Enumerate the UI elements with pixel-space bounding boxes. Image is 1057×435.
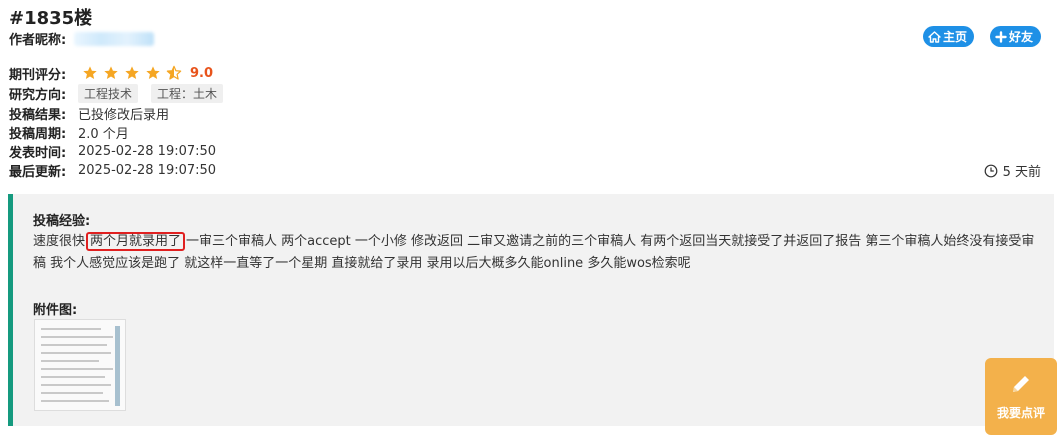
author-name-blurred [74, 31, 155, 46]
cycle-label: 投稿周期: [9, 126, 67, 142]
friend-label: 好友 [1009, 30, 1034, 44]
time-ago: 5 天前 [984, 161, 1041, 180]
published-label: 发表时间: [9, 145, 67, 161]
clock-icon [984, 164, 997, 177]
star-icon [125, 66, 139, 79]
experience-text-before: 速度很快 [33, 234, 86, 249]
updated-label: 最后更新: [9, 164, 67, 180]
floor-number: #1835楼 [9, 8, 93, 29]
home-icon [928, 30, 941, 43]
result-row: 投稿结果: 已投修改后录用 [9, 104, 170, 123]
write-review-label: 我要点评 [996, 406, 1045, 420]
direction-row: 研究方向: 工程技术 工程：土木 [9, 83, 236, 103]
experience-panel: 投稿经验: 速度很快 两个月就录用了 一审三个审稿人 两个accept 一个小修 修… [8, 194, 1054, 426]
rating-row: 期刊评分: 9.0 [9, 64, 214, 83]
direction-tag[interactable]: 工程：土木 [151, 83, 224, 103]
updated-value: 2025-02-28 19:07:50 [78, 162, 217, 178]
author-row: 作者昵称: [9, 29, 155, 48]
rating-value: 9.0 [190, 65, 214, 81]
star-icon [146, 66, 160, 79]
attachment-thumbnail[interactable] [34, 319, 126, 411]
time-ago-text: 5 天前 [1002, 165, 1041, 180]
direction-label: 研究方向: [9, 87, 67, 103]
experience-highlight: 两个月就录用了 [86, 232, 186, 251]
rating-stars [82, 65, 187, 81]
pencil-icon [1013, 376, 1029, 392]
rating-label: 期刊评分: [9, 67, 67, 83]
star-icon [104, 66, 118, 79]
direction-tag[interactable]: 工程技术 [78, 83, 139, 103]
cycle-row: 投稿周期: 2.0 个月 [9, 123, 129, 142]
experience-text: 速度很快 两个月就录用了 一审三个审稿人 两个accept 一个小修 修改返回 二审… [33, 231, 1045, 275]
experience-title: 投稿经验: [33, 214, 91, 229]
add-friend-button[interactable]: 好友 [990, 26, 1041, 47]
author-label: 作者昵称: [9, 33, 67, 48]
star-icon [83, 66, 97, 79]
write-review-button[interactable]: 我要点评 [985, 358, 1057, 435]
half-star-icon [166, 65, 182, 80]
result-label: 投稿结果: [9, 107, 67, 123]
published-value: 2025-02-28 19:07:50 [78, 143, 217, 159]
plus-icon [995, 30, 1007, 43]
attachment-title: 附件图: [33, 303, 78, 318]
cycle-value: 2.0 个月 [78, 126, 129, 142]
home-label: 主页 [943, 30, 968, 44]
published-row: 发表时间: 2025-02-28 19:07:50 [9, 142, 217, 161]
result-value: 已投修改后录用 [78, 107, 170, 123]
home-button[interactable]: 主页 [923, 26, 974, 47]
updated-row: 最后更新: 2025-02-28 19:07:50 [9, 161, 217, 180]
